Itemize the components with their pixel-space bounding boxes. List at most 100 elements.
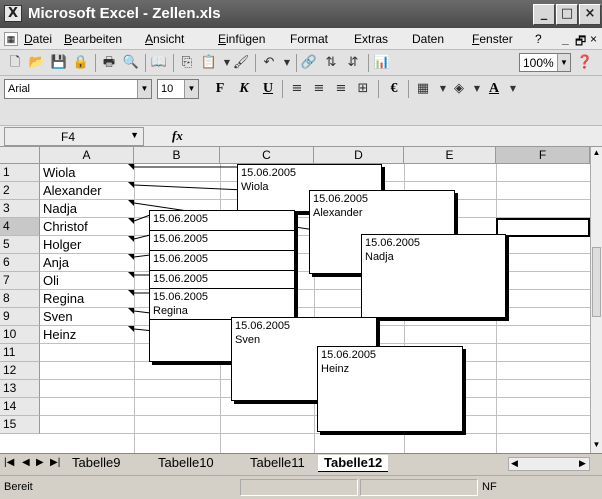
- font-value: Arial: [8, 83, 31, 95]
- merge-center-icon[interactable]: ⊞: [354, 80, 372, 98]
- help-icon[interactable]: ❓: [576, 54, 594, 72]
- vertical-scrollbar[interactable]: ▲ ▼: [590, 147, 602, 453]
- zoom-value: 100%: [523, 56, 554, 70]
- menu-datei[interactable]: Datei: [24, 32, 52, 46]
- chevron-down-icon: ▼: [130, 130, 139, 140]
- window-title: Microsoft Excel - Zellen.xls: [28, 5, 221, 22]
- prev-sheet-icon[interactable]: ◀: [22, 457, 30, 468]
- undo-icon[interactable]: ↶: [260, 54, 278, 72]
- menu-daten[interactable]: Daten: [412, 32, 444, 46]
- comment-e3[interactable]: 15.06.2005 Nadja: [361, 234, 506, 318]
- scroll-down-icon[interactable]: ▼: [591, 439, 602, 451]
- workbook-icon[interactable]: ▦: [4, 32, 18, 46]
- scroll-up-icon[interactable]: ▲: [591, 147, 602, 159]
- formula-bar: F4 ▼ fx: [0, 126, 602, 147]
- scroll-right-icon[interactable]: ▶: [579, 458, 586, 469]
- doc-close-button[interactable]: ×: [590, 32, 597, 46]
- scroll-left-icon[interactable]: ◀: [511, 458, 518, 469]
- close-button[interactable]: ×: [579, 4, 601, 25]
- print-preview-icon[interactable]: 🔍: [122, 54, 140, 72]
- chart-wizard-icon[interactable]: 📊: [373, 54, 391, 72]
- currency-button[interactable]: €: [384, 80, 404, 98]
- borders-icon[interactable]: ▦: [414, 80, 432, 98]
- minimize-button[interactable]: _: [533, 4, 555, 25]
- name-box[interactable]: F4 ▼: [4, 127, 144, 146]
- excel-app-icon[interactable]: [4, 5, 22, 22]
- name-box-value: F4: [61, 130, 76, 144]
- tab-tabelle10[interactable]: Tabelle10: [152, 455, 220, 472]
- comment-date: 15.06.2005: [321, 349, 377, 361]
- chevron-down-icon: ▼: [137, 80, 151, 98]
- bold-button[interactable]: F: [210, 80, 230, 98]
- hyperlink-icon[interactable]: 🔗: [300, 54, 318, 72]
- new-icon[interactable]: 🗋: [6, 54, 24, 72]
- sort-ascending-icon[interactable]: ⇅: [322, 54, 340, 72]
- font-select[interactable]: Arial ▼: [4, 79, 152, 99]
- menu-help[interactable]: ?: [535, 32, 542, 46]
- doc-minimize-button[interactable]: _: [562, 32, 569, 46]
- sort-descending-icon[interactable]: ⇵: [344, 54, 362, 72]
- permission-icon[interactable]: 🔒: [72, 54, 90, 72]
- comment-b7[interactable]: 15.06.2005: [149, 270, 295, 290]
- status-text: Bereit: [4, 481, 33, 493]
- comment-author: Alexander: [313, 207, 363, 219]
- print-icon[interactable]: 🖶: [100, 54, 118, 72]
- menu-fenster[interactable]: Fenster: [472, 32, 513, 46]
- tab-tabelle9[interactable]: Tabelle9: [66, 455, 127, 472]
- paste-icon[interactable]: 📋: [200, 54, 218, 72]
- comment-b5[interactable]: 15.06.2005: [149, 230, 295, 252]
- worksheet-grid[interactable]: A B C D E F 1 2 3 4 5 6 7 8 9 10 11 12 1…: [0, 147, 590, 453]
- maximize-button[interactable]: □: [556, 4, 578, 25]
- status-pane: [240, 479, 358, 496]
- comment-date: 15.06.2005: [241, 167, 297, 179]
- chevron-down-icon: ▼: [184, 80, 198, 98]
- menu-ansicht[interactable]: Ansicht: [145, 32, 184, 46]
- comment-date: 15.06.2005: [153, 253, 209, 265]
- comment-author: Sven: [235, 334, 261, 346]
- comment-date: 15.06.2005: [153, 291, 209, 303]
- research-icon[interactable]: 📖: [150, 54, 168, 72]
- menu-bearbeiten[interactable]: Bearbeiten: [64, 32, 122, 46]
- horizontal-scrollbar[interactable]: ◀ ▶: [508, 457, 590, 471]
- status-pane: [360, 479, 478, 496]
- comment-date: 15.06.2005: [153, 273, 209, 285]
- comment-b8[interactable]: 15.06.2005 Regina: [149, 288, 295, 320]
- fill-color-icon[interactable]: ◈: [450, 80, 468, 98]
- font-color-dropdown-icon[interactable]: ▼: [504, 80, 522, 98]
- comment-d10[interactable]: 15.06.2005 Heinz: [317, 346, 463, 432]
- format-painter-icon[interactable]: 🖌: [232, 54, 250, 72]
- function-icon[interactable]: fx: [172, 128, 183, 144]
- standard-toolbar: 🗋 📂 💾 🔒 🖶 🔍 📖 ⎘ 📋 ▼ 🖌 ↶ ▼ 🔗 ⇅ ⇵ 📊 100% ▼…: [0, 50, 602, 76]
- menu-format[interactable]: Format: [290, 32, 328, 46]
- first-sheet-icon[interactable]: |◀: [4, 457, 14, 468]
- save-icon[interactable]: 💾: [50, 54, 68, 72]
- zoom-select[interactable]: 100% ▼: [519, 53, 571, 72]
- undo-dropdown-icon[interactable]: ▼: [278, 54, 296, 72]
- italic-button[interactable]: K: [234, 80, 254, 98]
- align-center-icon[interactable]: ≡: [310, 80, 328, 98]
- align-left-icon[interactable]: ≡: [288, 80, 306, 98]
- tab-tabelle11[interactable]: Tabelle11: [244, 455, 311, 472]
- last-sheet-icon[interactable]: ▶|: [50, 457, 60, 468]
- comment-b6[interactable]: 15.06.2005: [149, 250, 295, 272]
- scroll-thumb[interactable]: [592, 247, 601, 317]
- tab-tabelle12[interactable]: Tabelle12: [318, 455, 389, 472]
- underline-button[interactable]: U: [258, 80, 278, 98]
- comment-author: Heinz: [321, 363, 350, 375]
- align-right-icon[interactable]: ≡: [332, 80, 350, 98]
- comment-date: 15.06.2005: [365, 237, 421, 249]
- comment-date: 15.06.2005: [153, 213, 209, 225]
- menu-extras[interactable]: Extras: [354, 32, 388, 46]
- font-color-button[interactable]: A: [484, 80, 504, 98]
- next-sheet-icon[interactable]: ▶: [36, 457, 44, 468]
- copy-icon[interactable]: ⎘: [178, 54, 196, 72]
- formatting-toolbar: Arial ▼ 10 ▼ F K U ≡ ≡ ≡ ⊞ € ▦ ▼ ◈ ▼ A ▼: [0, 76, 602, 126]
- title-bar: Microsoft Excel - Zellen.xls _ □ ×: [0, 0, 602, 28]
- menu-bar: ▦ Datei Bearbeiten Ansicht Einfügen Form…: [0, 28, 602, 50]
- font-size-select[interactable]: 10 ▼: [157, 79, 199, 99]
- comment-author: Nadja: [365, 251, 394, 263]
- chevron-down-icon: ▼: [557, 54, 570, 71]
- status-bar: Bereit NF: [0, 475, 602, 499]
- menu-einfuegen[interactable]: Einfügen: [218, 32, 265, 46]
- open-icon[interactable]: 📂: [28, 54, 46, 72]
